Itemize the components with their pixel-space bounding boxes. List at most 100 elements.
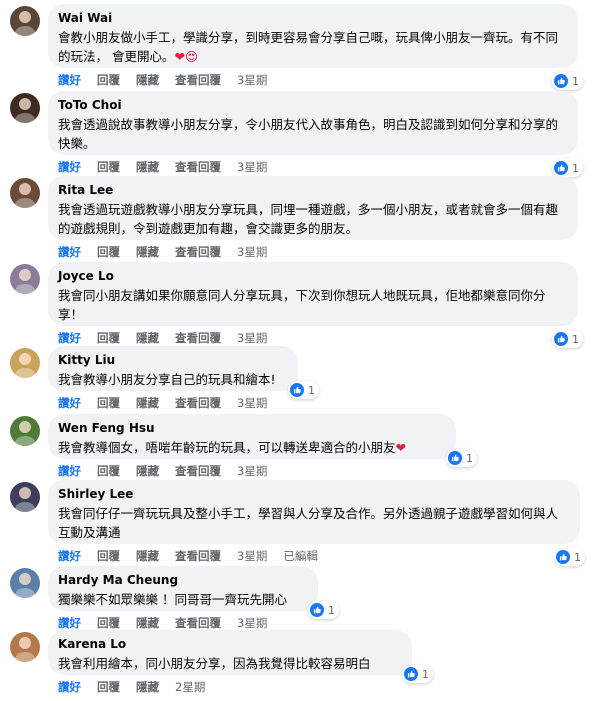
- comment-timestamp[interactable]: 3星期: [237, 72, 267, 88]
- hide-button[interactable]: 隱藏: [136, 244, 159, 260]
- comment-timestamp[interactable]: 3星期: [237, 244, 267, 260]
- view-replies-button[interactable]: 查看回覆: [175, 395, 221, 411]
- reply-button[interactable]: 回覆: [97, 548, 120, 564]
- reaction-count: 1: [572, 332, 579, 346]
- comment-bubble: Hardy Ma Cheung 獨樂樂不如眾樂樂 ！同哥哥一齊玩先開心: [48, 566, 318, 611]
- like-reaction-icon: [448, 451, 462, 465]
- like-reaction-icon: [556, 550, 570, 564]
- comment-text: 我會利用繪本，同小朋友分享，因為我覺得比較容易明白: [58, 654, 402, 673]
- hide-button[interactable]: 隱藏: [136, 159, 159, 175]
- avatar[interactable]: [10, 482, 40, 512]
- reply-button[interactable]: 回覆: [97, 395, 120, 411]
- edited-label: 已編輯: [283, 549, 318, 563]
- like-button[interactable]: 讚好: [58, 615, 81, 631]
- comment-text: 獨樂樂不如眾樂樂 ！同哥哥一齊玩先開心: [58, 590, 308, 609]
- comment-timestamp[interactable]: 2星期: [175, 679, 205, 695]
- comment-actions: 讚好 回覆 隱藏 查看回覆 3星期: [58, 395, 283, 411]
- comment-item: Joyce Lo 我會同小朋友講如果你願意同人分享玩具，下次到你想玩人地既玩具，佢…: [0, 262, 610, 352]
- reply-button[interactable]: 回覆: [97, 679, 120, 695]
- view-replies-button[interactable]: 查看回覆: [175, 548, 221, 564]
- reply-button[interactable]: 回覆: [97, 463, 120, 479]
- avatar[interactable]: [10, 93, 40, 123]
- like-reaction-icon: [310, 603, 324, 617]
- view-replies-button[interactable]: 查看回覆: [175, 463, 221, 479]
- like-button[interactable]: 讚好: [58, 395, 81, 411]
- reaction-count-badge[interactable]: 1: [402, 665, 433, 683]
- hide-button[interactable]: 隱藏: [136, 330, 159, 346]
- reply-button[interactable]: 回覆: [97, 330, 120, 346]
- comment-item: Wen Feng Hsu 我會教導個女，唔啱年齡玩的玩具，可以轉送卑適合的小朋友❤…: [0, 414, 610, 485]
- hide-button[interactable]: 隱藏: [136, 679, 159, 695]
- reaction-count: 1: [308, 383, 315, 397]
- like-button[interactable]: 讚好: [58, 679, 81, 695]
- hide-button[interactable]: 隱藏: [136, 463, 159, 479]
- comment-actions: 讚好 回覆 隱藏 查看回覆 3星期 已編輯: [58, 548, 334, 564]
- view-replies-button[interactable]: 查看回覆: [175, 244, 221, 260]
- comment-author[interactable]: Rita Lee: [58, 182, 568, 198]
- like-button[interactable]: 讚好: [58, 463, 81, 479]
- view-replies-button[interactable]: 查看回覆: [175, 72, 221, 88]
- comment-timestamp[interactable]: 3星期: [237, 548, 267, 564]
- avatar[interactable]: [10, 632, 40, 662]
- comment-timestamp[interactable]: 3星期: [237, 330, 267, 346]
- avatar[interactable]: [10, 264, 40, 294]
- reply-button[interactable]: 回覆: [97, 244, 120, 260]
- hide-button[interactable]: 隱藏: [136, 72, 159, 88]
- reply-button[interactable]: 回覆: [97, 159, 120, 175]
- comment-timestamp[interactable]: 3星期: [237, 395, 267, 411]
- reaction-count-badge[interactable]: 1: [552, 72, 583, 90]
- reaction-count-badge[interactable]: 1: [552, 159, 583, 177]
- avatar[interactable]: [10, 6, 40, 36]
- avatar[interactable]: [10, 416, 40, 446]
- like-button[interactable]: 讚好: [58, 159, 81, 175]
- like-button[interactable]: 讚好: [58, 72, 81, 88]
- reaction-count-badge[interactable]: 1: [308, 601, 339, 619]
- comment-author[interactable]: Hardy Ma Cheung: [58, 572, 308, 588]
- comment-text: 我會同仔仔一齊玩玩具及整小手工，學習與人分享及合作。另外透過親子遊戲學習如何與人…: [58, 504, 570, 542]
- comment-timestamp[interactable]: 3星期: [237, 615, 267, 631]
- comment-author[interactable]: Wai Wai: [58, 10, 568, 26]
- reply-button[interactable]: 回覆: [97, 72, 120, 88]
- comment-bubble: Karena Lo 我會利用繪本，同小朋友分享，因為我覺得比較容易明白: [48, 630, 412, 675]
- comment-bubble: Rita Lee 我會透過玩遊戲教導小朋友分享玩具，同埋一種遊戲，多一個小朋友，或…: [48, 176, 578, 240]
- reaction-count: 1: [422, 667, 429, 681]
- comment-author[interactable]: Karena Lo: [58, 636, 402, 652]
- view-replies-button[interactable]: 查看回覆: [175, 615, 221, 631]
- view-replies-button[interactable]: 查看回覆: [175, 159, 221, 175]
- comment-bubble: Wai Wai 會教小朋友做小手工，學識分享，到時更容易會分享自己嘅，玩具俾小朋友…: [48, 4, 578, 68]
- comment-text: 我會同小朋友講如果你願意同人分享玩具，下次到你想玩人地既玩具，佢地都樂意同你分享…: [58, 286, 568, 324]
- comment-author[interactable]: ToTo Choi: [58, 97, 568, 113]
- reaction-count-badge[interactable]: 1: [446, 449, 477, 467]
- comment-author[interactable]: Kitty Liu: [58, 352, 288, 368]
- view-replies-button[interactable]: 查看回覆: [175, 330, 221, 346]
- like-button[interactable]: 讚好: [58, 548, 81, 564]
- comment-text-body: 我會同小朋友講如果你願意同人分享玩具，下次到你想玩人地既玩具，佢地都樂意同你分享…: [58, 288, 546, 322]
- comment-author[interactable]: Shirley Lee: [58, 486, 570, 502]
- reaction-count-badge[interactable]: 1: [554, 548, 585, 566]
- avatar[interactable]: [10, 348, 40, 378]
- comment-text: 會教小朋友做小手工，學識分享，到時更容易會分享自己嘅，玩具俾小朋友一齊玩。有不同…: [58, 28, 568, 66]
- avatar[interactable]: [10, 568, 40, 598]
- like-button[interactable]: 讚好: [58, 244, 81, 260]
- hide-button[interactable]: 隱藏: [136, 615, 159, 631]
- comment-item: ToTo Choi 我會透過說故事教導小朋友分享，令小朋友代入故事角色，明白及認識…: [0, 91, 610, 181]
- comment-text-body: 我會透過說故事教導小朋友分享，令小朋友代入故事角色，明白及認識到如何分享和分享的…: [58, 117, 559, 151]
- like-reaction-icon: [404, 667, 418, 681]
- comment-item: Shirley Lee 我會同仔仔一齊玩玩具及整小手工，學習與人分享及合作。另外透…: [0, 480, 610, 570]
- avatar[interactable]: [10, 178, 40, 208]
- comment-text: 我會教導個女，唔啱年齡玩的玩具，可以轉送卑適合的小朋友❤: [58, 438, 446, 457]
- like-reaction-icon: [554, 161, 568, 175]
- comment-author[interactable]: Joyce Lo: [58, 268, 568, 284]
- reply-button[interactable]: 回覆: [97, 615, 120, 631]
- reaction-count: 1: [466, 451, 473, 465]
- like-button[interactable]: 讚好: [58, 330, 81, 346]
- comment-timestamp[interactable]: 3星期: [237, 159, 267, 175]
- comment-bubble: Wen Feng Hsu 我會教導個女，唔啱年齡玩的玩具，可以轉送卑適合的小朋友❤: [48, 414, 456, 459]
- comment-bubble: Joyce Lo 我會同小朋友講如果你願意同人分享玩具，下次到你想玩人地既玩具，佢…: [48, 262, 578, 326]
- hide-button[interactable]: 隱藏: [136, 395, 159, 411]
- hide-button[interactable]: 隱藏: [136, 548, 159, 564]
- comment-timestamp[interactable]: 3星期: [237, 463, 267, 479]
- reaction-count-badge[interactable]: 1: [288, 381, 319, 399]
- comment-text-body: 獨樂樂不如眾樂樂 ！同哥哥一齊玩先開心: [58, 592, 287, 607]
- comment-author[interactable]: Wen Feng Hsu: [58, 420, 446, 436]
